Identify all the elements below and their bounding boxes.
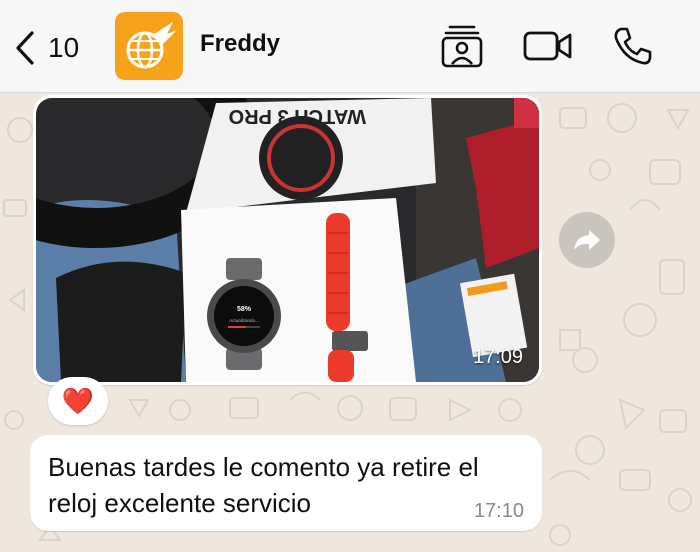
- video-call-button[interactable]: [522, 24, 574, 68]
- contact-card-icon: [441, 25, 483, 68]
- unread-count: 10: [48, 32, 80, 63]
- globe-plane-logo-icon: [126, 22, 177, 69]
- chat-header: 10 Freddy: [0, 0, 700, 93]
- message-photo[interactable]: WATCH 3 PRO 58% Actualizando... 17:09: [36, 98, 539, 382]
- forward-arrow-icon: [574, 230, 600, 250]
- image-message-bubble[interactable]: WATCH 3 PRO 58% Actualizando... 17:09: [33, 95, 542, 385]
- photo-smartwatch-box: WATCH 3 PRO 58% Actualizando...: [36, 98, 539, 382]
- phone-icon: [614, 27, 652, 65]
- message-timestamp: 17:10: [473, 500, 524, 522]
- back-button[interactable]: 10: [14, 28, 94, 68]
- watch-percent-text: 58%: [237, 306, 252, 313]
- forward-button[interactable]: [559, 212, 615, 268]
- reaction-badge[interactable]: ❤️: [48, 377, 108, 425]
- video-camera-icon: [523, 31, 572, 61]
- box-label-text: WATCH 3 PRO: [229, 105, 366, 127]
- contact-card-button[interactable]: [440, 24, 484, 68]
- voice-call-button[interactable]: [610, 24, 654, 68]
- watch-status-text: Actualizando...: [229, 318, 259, 323]
- chevron-left-icon: [16, 31, 34, 65]
- avatar[interactable]: [115, 12, 183, 80]
- contact-name[interactable]: Freddy: [200, 30, 280, 58]
- message-text: Buenas tardes le comento ya retire el re…: [48, 452, 479, 518]
- message-timestamp: 17:09: [472, 346, 523, 368]
- text-message-bubble[interactable]: Buenas tardes le comento ya retire el re…: [30, 435, 542, 531]
- heart-icon: ❤️: [61, 385, 95, 416]
